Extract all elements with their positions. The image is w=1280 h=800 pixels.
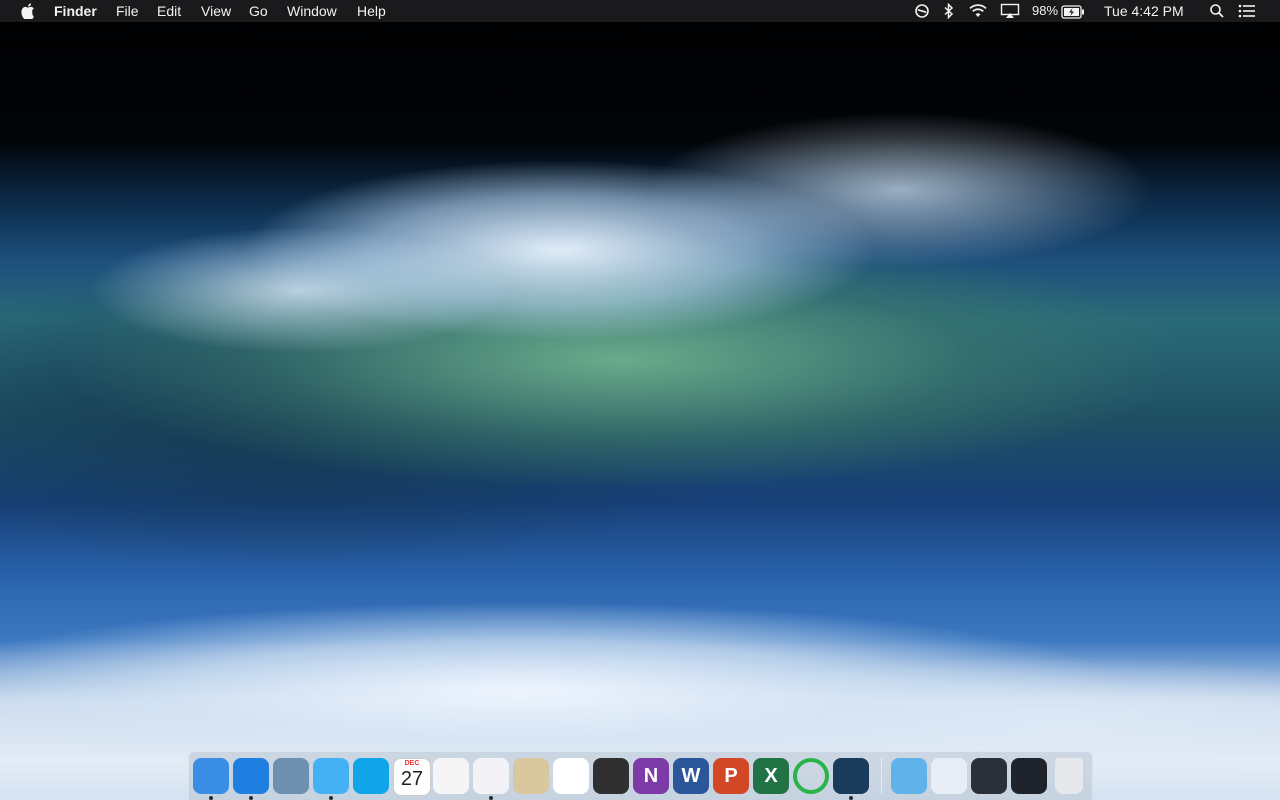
itunes-icon[interactable] — [473, 758, 509, 794]
app-menu-finder[interactable]: Finder — [54, 0, 97, 22]
excel-letter: X — [764, 765, 778, 787]
trash-icon[interactable] — [1055, 758, 1083, 794]
messages-icon[interactable] — [313, 758, 349, 794]
menu-view[interactable]: View — [201, 0, 231, 22]
do-not-disturb-icon[interactable] — [914, 3, 930, 19]
menu-window[interactable]: Window — [287, 0, 337, 22]
bluetooth-icon[interactable] — [943, 3, 955, 19]
onenote-icon[interactable]: N — [633, 758, 669, 794]
menu-bar: Finder File Edit View Go Window Help 98%… — [0, 0, 1280, 22]
running-indicator — [849, 796, 853, 800]
battery-percent: 98% — [1032, 3, 1059, 18]
notification-center-icon[interactable] — [1238, 3, 1256, 19]
finder-icon[interactable] — [193, 758, 229, 794]
onenote-letter: N — [643, 765, 659, 787]
dock: DEC 27 N W P X — [188, 751, 1093, 800]
calendar-month: DEC — [404, 760, 420, 767]
dock-separator — [881, 758, 882, 794]
airplay-icon[interactable] — [1000, 3, 1020, 19]
skype-icon[interactable] — [353, 758, 389, 794]
running-indicator — [329, 796, 333, 800]
running-indicator — [489, 796, 493, 800]
desktop-wallpaper — [0, 0, 1280, 800]
word-icon[interactable]: W — [673, 758, 709, 794]
green-ring-app-icon[interactable] — [793, 758, 829, 794]
calendar-day: 27 — [400, 768, 424, 790]
mail-stamp-icon[interactable] — [273, 758, 309, 794]
powerpoint-icon[interactable]: P — [713, 758, 749, 794]
menu-file[interactable]: File — [116, 0, 139, 22]
menu-clock[interactable]: Tue 4:42 PM — [1104, 0, 1184, 22]
preview-icon[interactable] — [513, 758, 549, 794]
wifi-icon[interactable] — [968, 3, 988, 19]
excel-icon[interactable]: X — [753, 758, 789, 794]
archive-stack-icon[interactable] — [1011, 758, 1047, 794]
word-letter: W — [681, 765, 701, 787]
menu-go[interactable]: Go — [249, 0, 268, 22]
apple-logo-icon — [21, 3, 34, 21]
safari-icon[interactable] — [233, 758, 269, 794]
spotlight-search-icon[interactable] — [1209, 3, 1225, 19]
menu-edit[interactable]: Edit — [157, 0, 181, 22]
documents-stack-icon[interactable] — [931, 758, 967, 794]
calendar-icon[interactable]: DEC 27 — [393, 758, 431, 796]
screenshot-stack-icon[interactable] — [971, 758, 1007, 794]
apple-menu[interactable] — [18, 0, 38, 22]
steam-icon[interactable] — [833, 758, 869, 794]
running-indicator — [249, 796, 253, 800]
downloads-folder-icon[interactable] — [891, 758, 927, 794]
running-indicator — [209, 796, 213, 800]
powerpoint-letter: P — [724, 765, 738, 787]
menu-help[interactable]: Help — [357, 0, 386, 22]
photos-icon[interactable] — [553, 758, 589, 794]
battery-icon[interactable] — [1061, 4, 1085, 20]
disk-utility-icon[interactable] — [593, 758, 629, 794]
reminders-icon[interactable] — [433, 758, 469, 794]
